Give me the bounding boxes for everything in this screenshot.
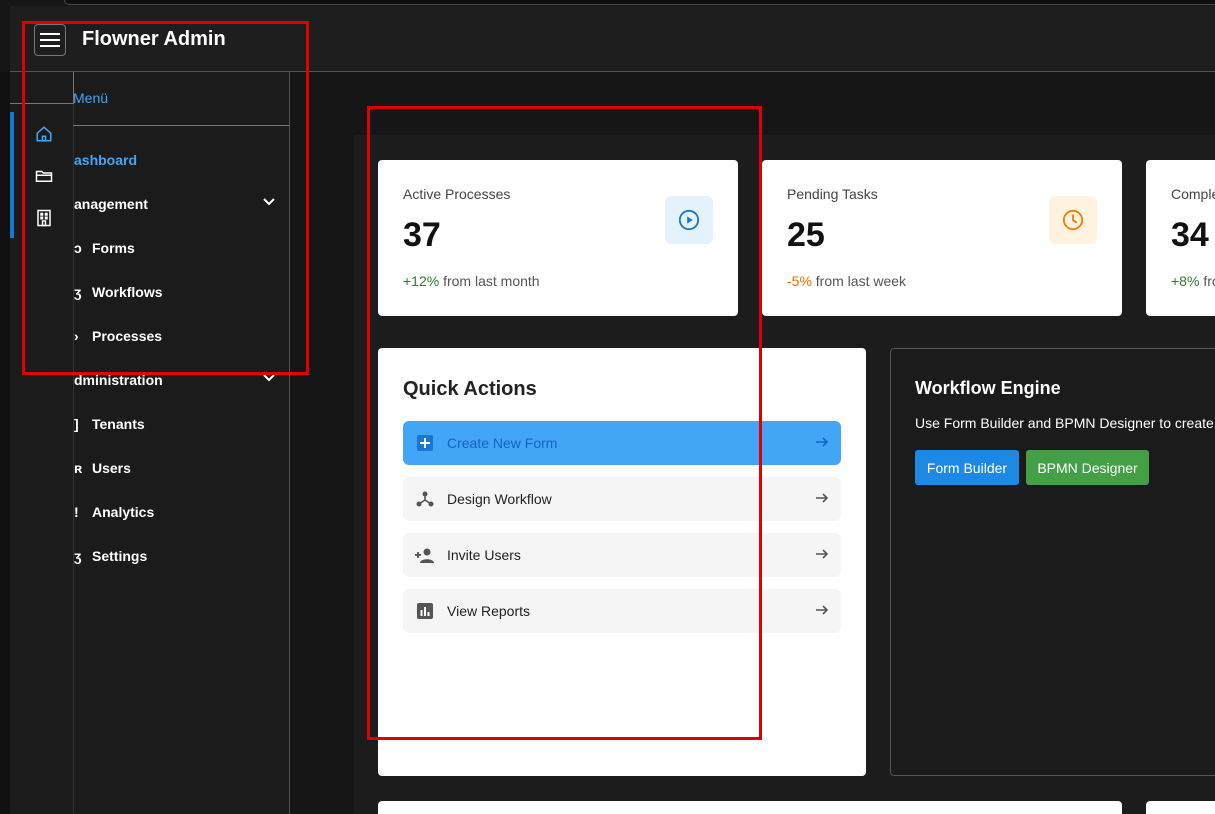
chart-icon	[415, 601, 435, 621]
nav-item-label: Processes	[92, 328, 163, 344]
invite-users-button[interactable]: Invite Users	[403, 533, 841, 577]
workflow-engine-title: Workflow Engine	[915, 378, 1061, 398]
home-icon[interactable]	[34, 124, 54, 144]
nav-item-label: Users	[92, 460, 131, 476]
nav-item-forms[interactable]: ɔ Forms	[20, 234, 289, 264]
menu-divider	[73, 125, 289, 126]
stat-trend: -5% from last week	[787, 273, 906, 289]
nav-item-label: anagement	[74, 196, 148, 212]
nav-item-processes[interactable]: › Processes	[20, 322, 289, 352]
chevron-down-icon	[263, 198, 275, 206]
quick-action-label: Invite Users	[447, 547, 521, 563]
trend-value: -5%	[787, 273, 812, 289]
trend-value: +8%	[1171, 273, 1200, 289]
arrow-right-icon	[816, 605, 829, 615]
workflow-icon	[415, 489, 435, 509]
sidebar: Menü ashboard anagement ɔ Forms ʒ Workfl…	[10, 72, 290, 814]
icon-rail	[10, 72, 74, 814]
design-workflow-button[interactable]: Design Workflow	[403, 477, 841, 521]
hamburger-icon	[40, 33, 60, 47]
trend-text: from last week	[815, 273, 907, 289]
bottom-card	[1146, 801, 1215, 814]
stat-trend: +8% fro	[1171, 273, 1215, 289]
play-circle-icon	[665, 196, 713, 244]
arrow-right-icon	[816, 437, 829, 447]
nav-item-management[interactable]: anagement	[20, 190, 289, 220]
trend-text: fro	[1203, 273, 1215, 289]
stat-trend: +12% from last month	[403, 273, 540, 289]
quick-action-label: Create New Form	[447, 435, 558, 451]
create-new-form-button[interactable]: Create New Form	[403, 421, 841, 465]
nav-item-prefix: ›	[74, 328, 79, 344]
nav-item-settings[interactable]: ʒ Settings	[20, 542, 289, 572]
quick-actions-card: Quick Actions Create New Form Design Wor…	[378, 348, 866, 776]
nav-item-prefix: ʒ	[74, 284, 82, 300]
nav-item-label: Forms	[92, 240, 135, 256]
stat-label: Pending Tasks	[787, 186, 878, 202]
app-header: Flowner Admin	[10, 6, 1215, 72]
workflow-engine-description: Use Form Builder and BPMN Designer to cr…	[915, 415, 1215, 431]
nav-item-users[interactable]: ʀ Users	[20, 454, 289, 484]
window-top-edge	[64, 0, 1215, 5]
app-title: Flowner Admin	[82, 28, 226, 50]
rail-active-indicator	[10, 112, 14, 238]
nav-item-workflows[interactable]: ʒ Workflows	[20, 278, 289, 308]
rail-header	[10, 72, 74, 104]
nav-item-prefix: ʒ	[74, 548, 82, 564]
nav-item-label: ashboard	[74, 152, 138, 168]
stat-label: Active Processes	[403, 186, 511, 202]
stat-label: Comple	[1171, 186, 1215, 202]
nav-item-analytics[interactable]: ! Analytics	[20, 498, 289, 528]
nav-item-label: dministration	[74, 372, 163, 388]
nav-item-prefix: !	[74, 504, 79, 520]
nav-item-prefix: ]	[74, 416, 79, 432]
nav-item-dashboard[interactable]: ashboard	[20, 146, 289, 176]
stat-card-active-processes: Active Processes 37 +12% from last month	[378, 160, 738, 316]
stat-card-pending-tasks: Pending Tasks 25 -5% from last week	[762, 160, 1122, 316]
trend-value: +12%	[403, 273, 440, 289]
view-reports-button[interactable]: View Reports	[403, 589, 841, 633]
left-edge	[0, 72, 10, 814]
clock-icon	[1049, 196, 1097, 244]
menu-header: Menü	[73, 90, 109, 106]
form-builder-button[interactable]: Form Builder	[915, 450, 1019, 485]
trend-text: from last month	[443, 273, 540, 289]
nav-item-label: Analytics	[92, 504, 155, 520]
stat-card-completed: Comple 34 +8% fro	[1146, 160, 1215, 316]
stat-value: 34	[1171, 216, 1209, 254]
nav-item-prefix: ʀ	[74, 460, 83, 476]
quick-actions-title: Quick Actions	[403, 378, 537, 400]
quick-action-label: View Reports	[447, 603, 531, 619]
menu-toggle-button[interactable]	[34, 24, 66, 56]
app-window: Flowner Admin Menü ashboard anagement ɔ …	[0, 0, 1215, 814]
arrow-right-icon	[816, 549, 829, 559]
person-add-icon	[415, 545, 435, 565]
nav-item-label: Workflows	[92, 284, 163, 300]
arrow-right-icon	[816, 493, 829, 503]
nav-item-tenants[interactable]: ] Tenants	[20, 410, 289, 440]
stat-value: 37	[403, 216, 441, 254]
stat-value: 25	[787, 216, 825, 254]
nav-item-label: Tenants	[92, 416, 145, 432]
workflow-engine-card: Workflow Engine Use Form Builder and BPM…	[890, 348, 1215, 776]
add-box-icon	[415, 433, 435, 453]
bpmn-designer-button[interactable]: BPMN Designer	[1026, 450, 1149, 485]
quick-action-label: Design Workflow	[447, 491, 552, 507]
nav-item-label: Settings	[92, 548, 148, 564]
nav-item-prefix: ɔ	[74, 240, 82, 256]
nav-item-administration[interactable]: dministration	[20, 366, 289, 396]
bottom-card	[378, 801, 1122, 814]
chevron-down-icon	[263, 374, 275, 382]
